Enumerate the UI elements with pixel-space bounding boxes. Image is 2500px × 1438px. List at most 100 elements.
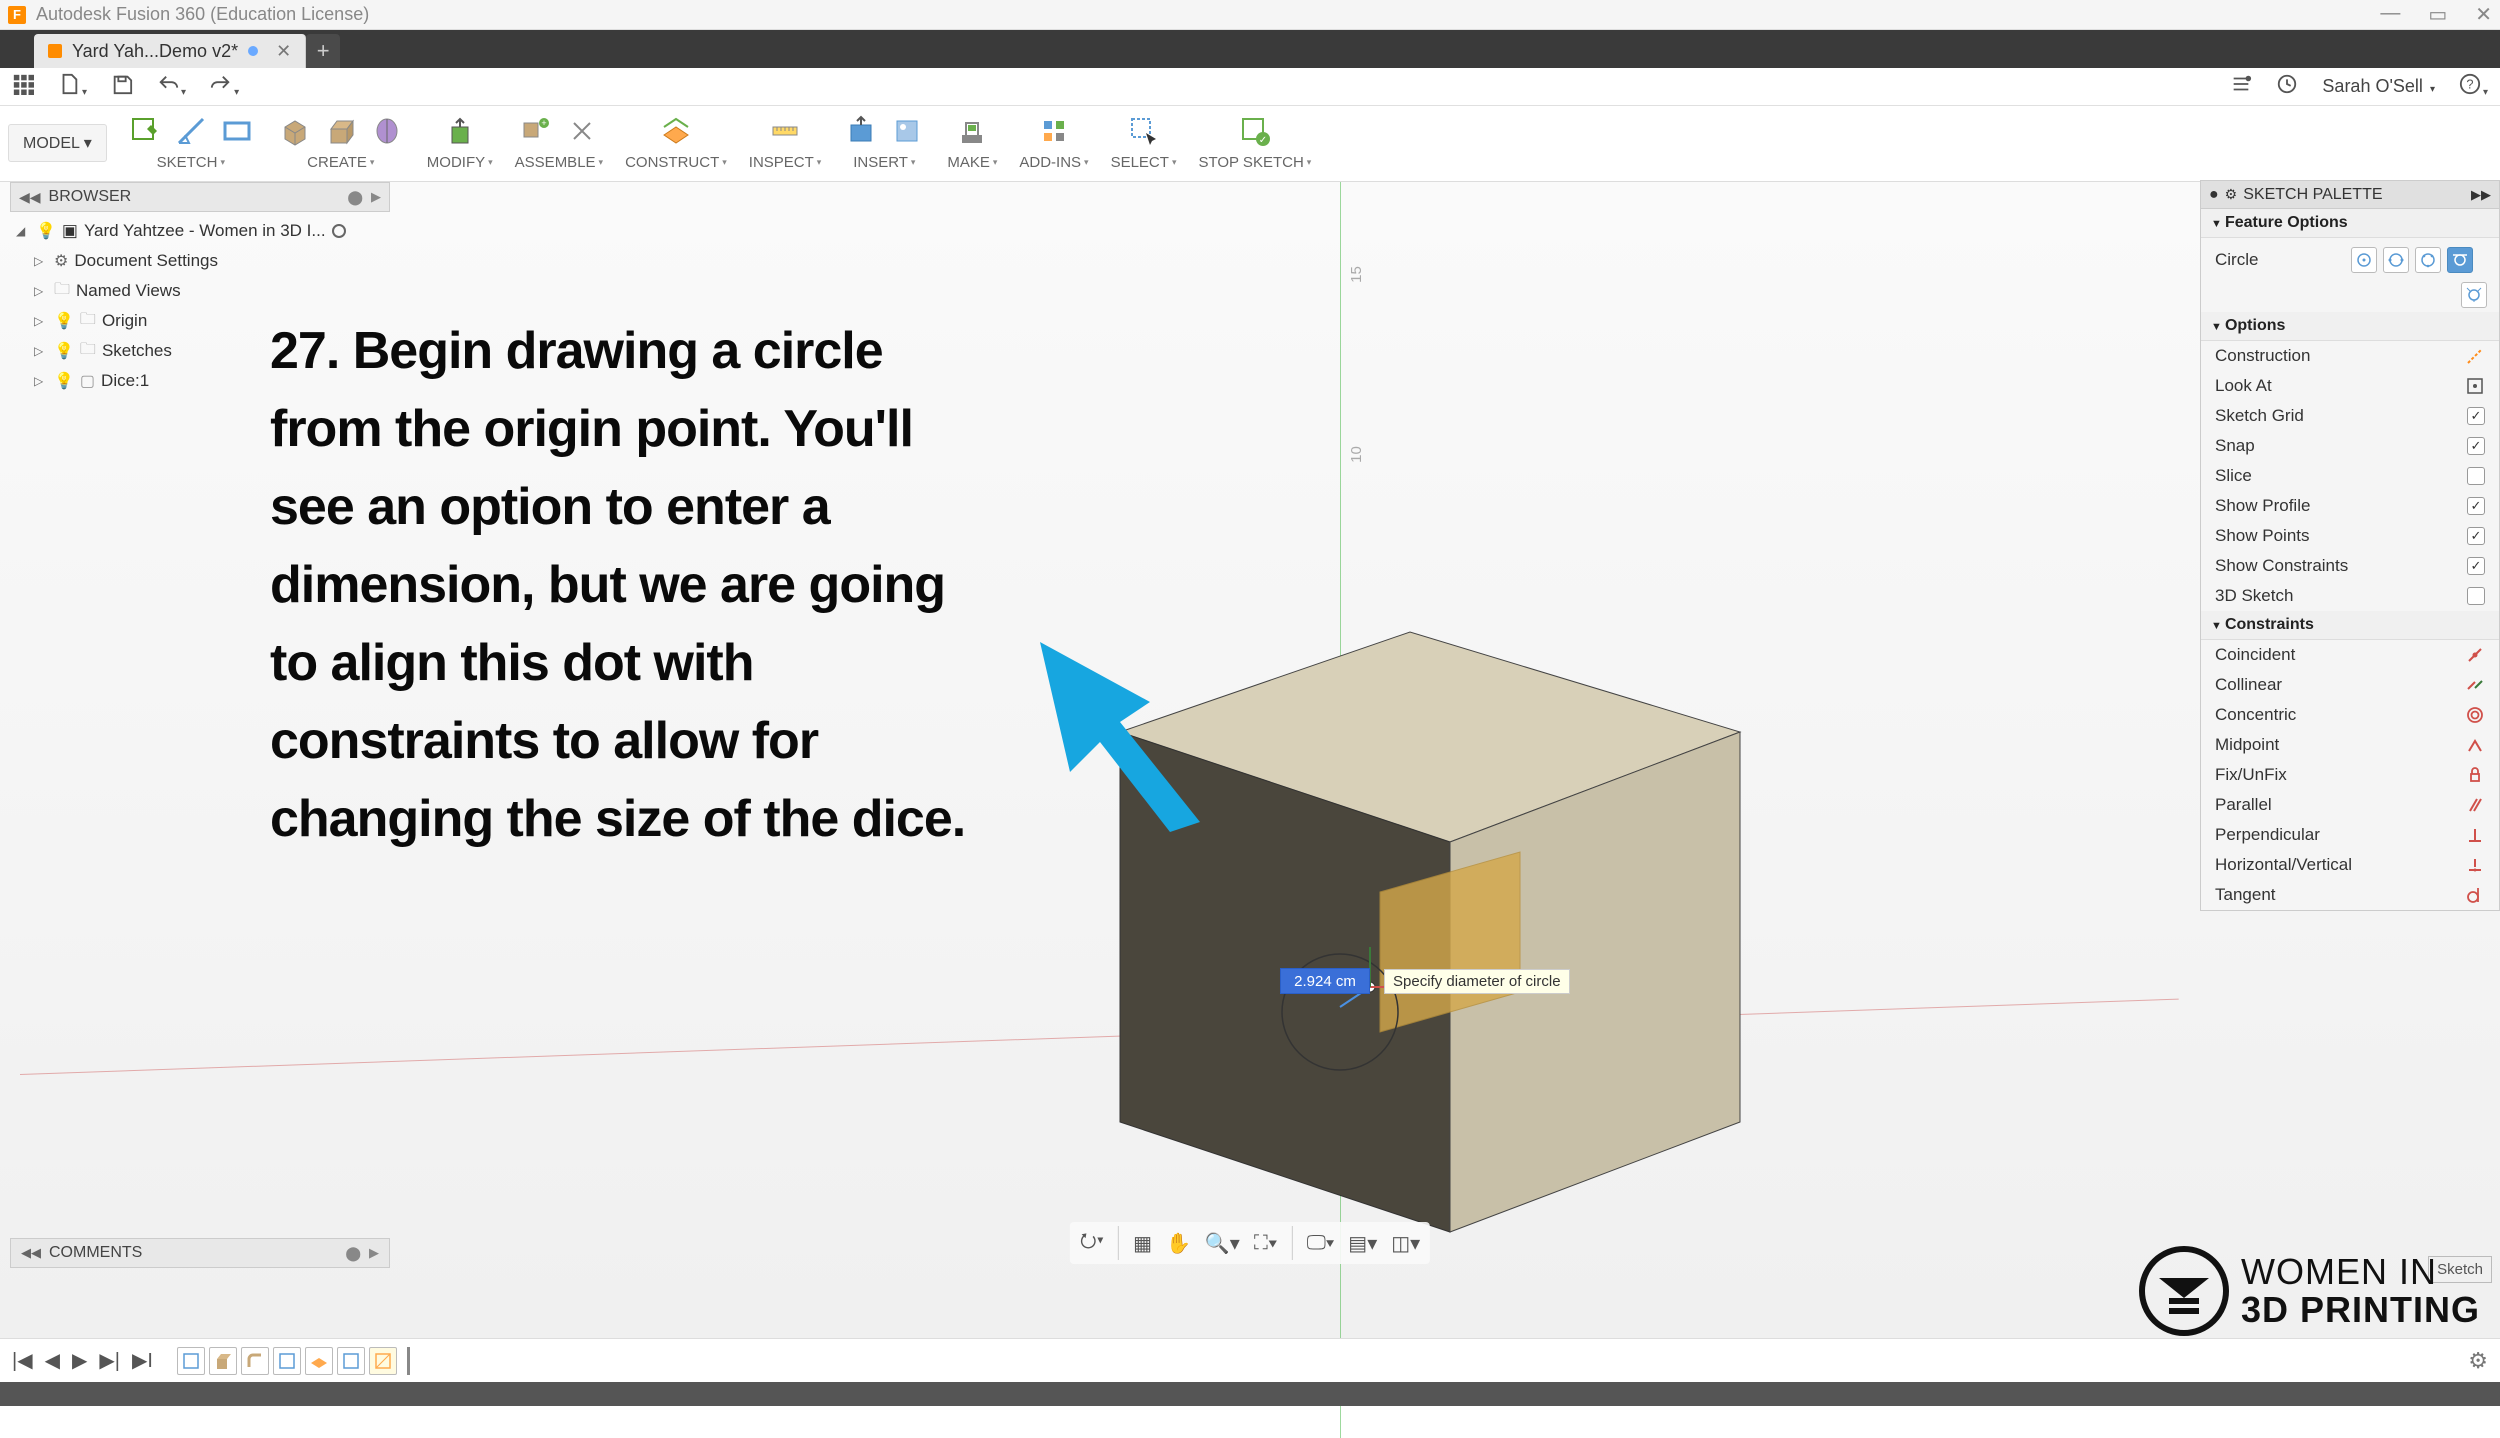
workspace-selector[interactable]: MODEL ▾: [8, 124, 107, 162]
constraint-perpendicular[interactable]: Perpendicular: [2201, 820, 2499, 850]
addins-icon[interactable]: [1036, 113, 1072, 149]
orbit-icon[interactable]: ⭮▾: [1080, 1226, 1104, 1260]
fit-icon[interactable]: ⛶▾: [1254, 1226, 1278, 1260]
constraint-icon[interactable]: [2465, 765, 2485, 785]
constraint-icon[interactable]: [2465, 675, 2485, 695]
checkbox[interactable]: [2467, 587, 2485, 605]
viewport-layout-icon[interactable]: ◫▾: [1391, 1226, 1420, 1260]
create-label[interactable]: CREATE▾: [307, 154, 374, 171]
option-show-points[interactable]: Show Points: [2201, 521, 2499, 551]
three-point-circle-option[interactable]: [2415, 247, 2441, 273]
insert-derive-icon[interactable]: [843, 113, 879, 149]
display-settings-icon[interactable]: 🖵▾: [1307, 1226, 1335, 1260]
constraint-coincident[interactable]: Coincident: [2201, 640, 2499, 670]
palette-gear-icon[interactable]: ⚙: [2225, 186, 2238, 203]
three-tangent-circle-option[interactable]: [2461, 282, 2487, 308]
timeline-item-sketch1[interactable]: [177, 1347, 205, 1375]
line-icon[interactable]: [173, 113, 209, 149]
comments-panel-header[interactable]: ◀◀ COMMENTS ⬤ ▶: [10, 1238, 390, 1268]
two-point-circle-option[interactable]: [2383, 247, 2409, 273]
timeline-item-fillet[interactable]: [241, 1347, 269, 1375]
extrude-icon[interactable]: [323, 113, 359, 149]
extensions-button[interactable]: [2230, 73, 2252, 101]
job-status-button[interactable]: [2276, 73, 2298, 101]
timeline-item-active[interactable]: [369, 1347, 397, 1375]
comments-expand-icon[interactable]: ▶: [369, 1245, 379, 1261]
offset-plane-icon[interactable]: [658, 113, 694, 149]
constraint-horizontal-vertical[interactable]: Horizontal/Vertical: [2201, 850, 2499, 880]
timeline-playhead[interactable]: [407, 1347, 410, 1375]
timeline-start-button[interactable]: |◀: [12, 1348, 33, 1373]
maximize-button[interactable]: ▭: [2428, 2, 2447, 27]
section-feature-options[interactable]: Feature Options: [2201, 209, 2499, 238]
redo-button[interactable]: ▾: [210, 73, 239, 101]
option-icon[interactable]: [2465, 376, 2485, 396]
addins-label[interactable]: ADD-INS▾: [1019, 154, 1088, 171]
comments-collapse-icon[interactable]: ◀◀: [21, 1245, 41, 1261]
new-component-icon[interactable]: +: [518, 113, 554, 149]
file-menu-button[interactable]: ▾: [58, 73, 87, 101]
comments-pin-icon[interactable]: ⬤: [345, 1245, 361, 1262]
canvas-area[interactable]: 15 10: [0, 182, 2500, 1338]
constraint-tangent[interactable]: Tangent: [2201, 880, 2499, 910]
dimension-input[interactable]: [1280, 968, 1370, 994]
tangent-circle-option[interactable]: [2447, 247, 2473, 273]
look-at-icon[interactable]: ▦: [1133, 1226, 1152, 1260]
option-show-constraints[interactable]: Show Constraints: [2201, 551, 2499, 581]
checkbox[interactable]: [2467, 407, 2485, 425]
inspect-label[interactable]: INSPECT▾: [749, 154, 822, 171]
constraint-fix-unfix[interactable]: Fix/UnFix: [2201, 760, 2499, 790]
select-label[interactable]: SELECT▾: [1111, 154, 1177, 171]
constraint-icon[interactable]: [2465, 705, 2485, 725]
help-button[interactable]: ?▾: [2459, 73, 2488, 101]
option-icon[interactable]: [2465, 346, 2485, 366]
close-button[interactable]: ✕: [2475, 2, 2492, 27]
constraint-icon[interactable]: [2465, 885, 2485, 905]
new-sketch-icon[interactable]: [127, 113, 163, 149]
undo-button[interactable]: ▾: [157, 73, 186, 101]
constraint-icon[interactable]: [2465, 795, 2485, 815]
option-show-profile[interactable]: Show Profile: [2201, 491, 2499, 521]
constraint-collinear[interactable]: Collinear: [2201, 670, 2499, 700]
assemble-label[interactable]: ASSEMBLE▾: [515, 154, 603, 171]
checkbox[interactable]: [2467, 467, 2485, 485]
box-icon[interactable]: [277, 113, 313, 149]
make-label[interactable]: MAKE▾: [947, 154, 997, 171]
insert-label[interactable]: INSERT▾: [853, 154, 915, 171]
constraint-parallel[interactable]: Parallel: [2201, 790, 2499, 820]
constraint-concentric[interactable]: Concentric: [2201, 700, 2499, 730]
tree-item-named-views[interactable]: ▷🗀 Named Views: [10, 276, 390, 306]
timeline-play-button[interactable]: ▶: [72, 1348, 87, 1373]
checkbox[interactable]: [2467, 437, 2485, 455]
checkbox[interactable]: [2467, 527, 2485, 545]
timeline-next-button[interactable]: ▶|: [99, 1348, 120, 1373]
stop-sketch-icon[interactable]: ✓: [1237, 113, 1273, 149]
save-button[interactable]: [111, 73, 133, 101]
section-constraints[interactable]: Constraints: [2201, 611, 2499, 640]
insert-decal-icon[interactable]: [889, 113, 925, 149]
timeline-item-plane[interactable]: [305, 1347, 333, 1375]
constraint-icon[interactable]: [2465, 825, 2485, 845]
minimize-button[interactable]: —: [2380, 2, 2400, 27]
section-options[interactable]: Options: [2201, 312, 2499, 341]
option-look-at[interactable]: Look At: [2201, 371, 2499, 401]
press-pull-icon[interactable]: [442, 113, 478, 149]
browser-collapse-icon[interactable]: ◀◀: [19, 189, 41, 206]
timeline-item-sketch3[interactable]: [337, 1347, 365, 1375]
constraint-icon[interactable]: [2465, 855, 2485, 875]
joint-icon[interactable]: [564, 113, 600, 149]
3dprint-icon[interactable]: [954, 113, 990, 149]
tree-root-row[interactable]: ◢ 💡 ▣ Yard Yahtzee - Women in 3D I...: [10, 216, 390, 246]
document-tab[interactable]: Yard Yah...Demo v2* ✕: [34, 34, 306, 68]
option-sketch-grid[interactable]: Sketch Grid: [2201, 401, 2499, 431]
timeline-prev-button[interactable]: ◀: [45, 1348, 60, 1373]
option-3d-sketch[interactable]: 3D Sketch: [2201, 581, 2499, 611]
timeline-item-sketch2[interactable]: [273, 1347, 301, 1375]
stop-sketch-label[interactable]: STOP SKETCH▾: [1198, 154, 1311, 171]
new-tab-button[interactable]: +: [306, 34, 340, 68]
select-icon[interactable]: [1126, 113, 1162, 149]
pan-icon[interactable]: ✋: [1166, 1226, 1191, 1260]
tree-item-document-settings[interactable]: ▷⚙ Document Settings: [10, 246, 390, 276]
timeline-end-button[interactable]: ▶I: [132, 1348, 153, 1373]
palette-expand-icon[interactable]: ▶▶: [2471, 187, 2491, 203]
